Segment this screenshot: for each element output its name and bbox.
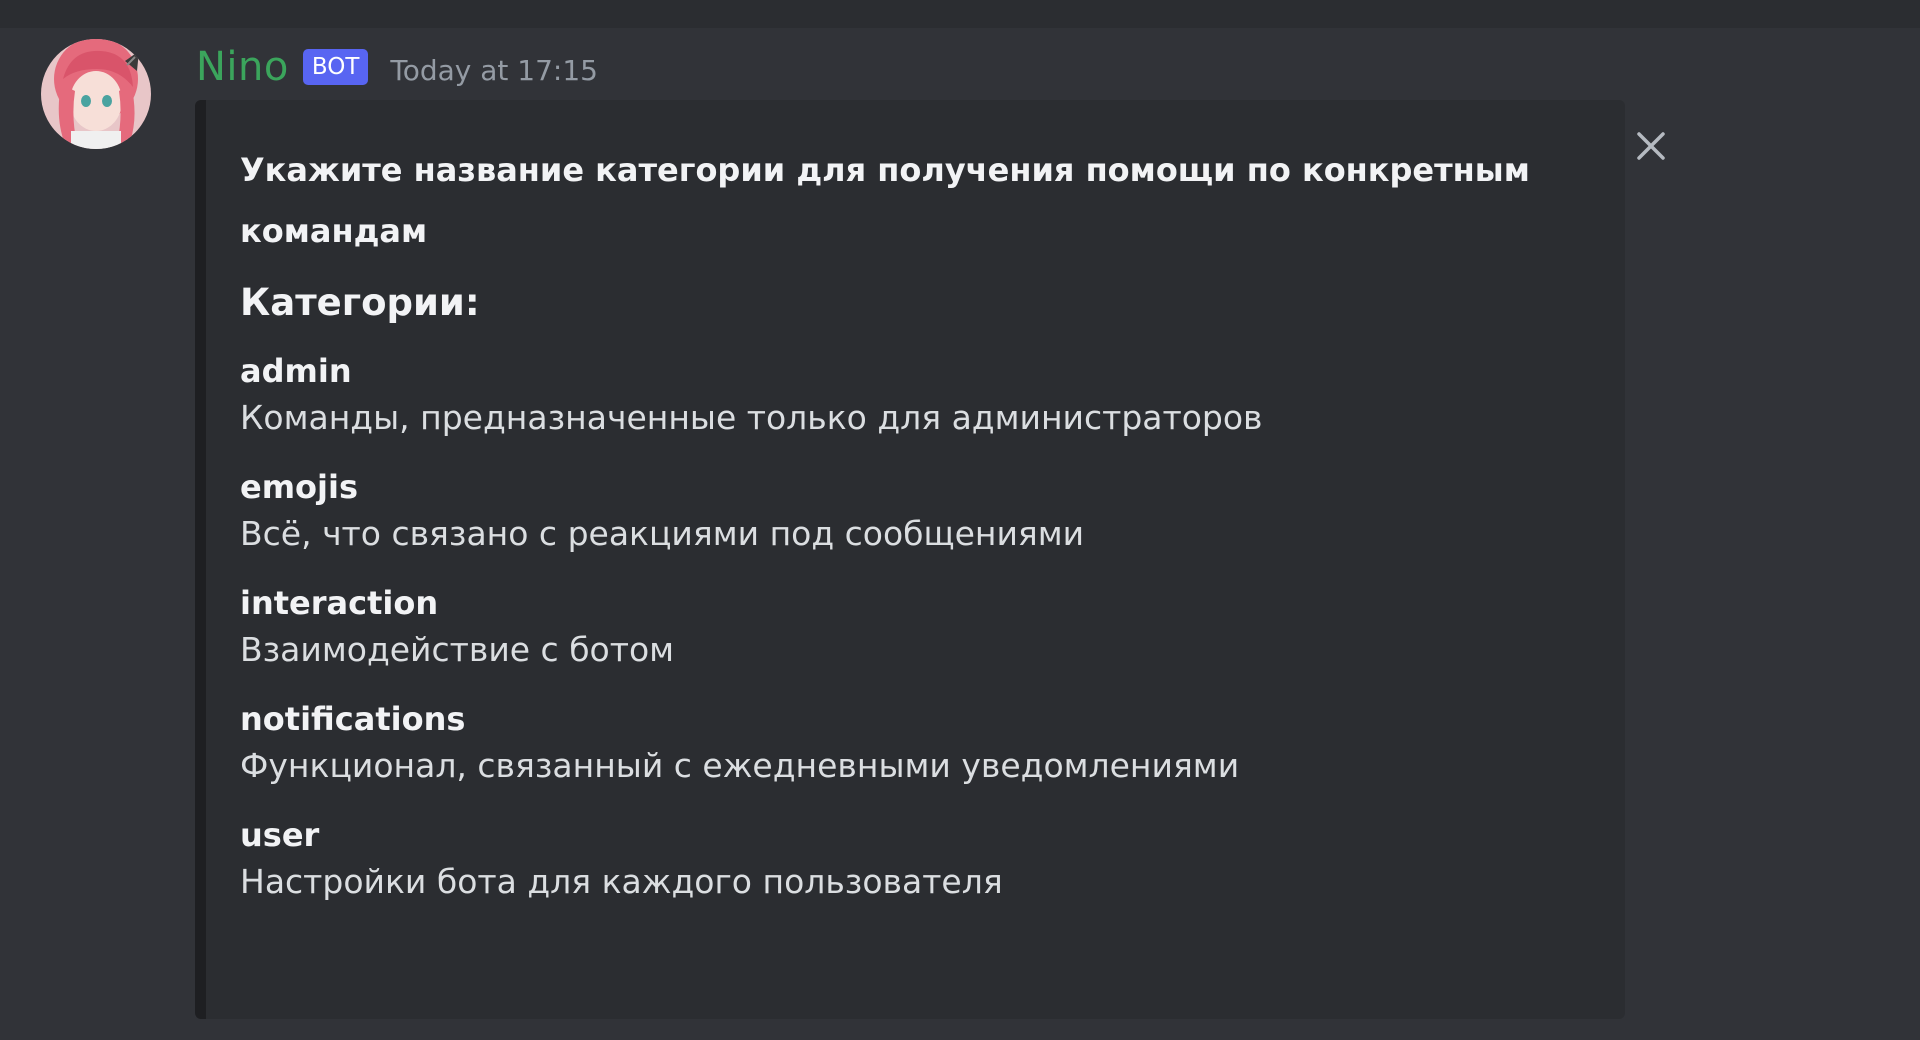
category-item: notifications Функционал, связанный с еж… xyxy=(240,698,1540,792)
embed-content: Укажите название категории для получения… xyxy=(240,140,1540,908)
categories-heading: Категории: xyxy=(240,281,480,324)
category-name: notifications xyxy=(240,700,466,738)
bot-tag: BOT xyxy=(302,49,369,85)
close-icon xyxy=(1637,132,1665,160)
category-name: admin xyxy=(240,352,352,390)
category-item: user Настройки бота для каждого пользова… xyxy=(240,814,1540,908)
category-description: Всё, что связано с реакциями под сообщен… xyxy=(240,514,1085,553)
category-name: emojis xyxy=(240,468,359,506)
embed: Укажите название категории для получения… xyxy=(195,100,1625,1019)
timestamp[interactable]: Today at 17:15 xyxy=(390,54,598,87)
avatar[interactable] xyxy=(41,39,151,149)
top-strip xyxy=(0,0,1920,28)
category-name: interaction xyxy=(240,584,439,622)
message-header: Nino BOT Today at 17:15 xyxy=(196,42,598,92)
author-name[interactable]: Nino xyxy=(196,44,289,90)
category-description: Настройки бота для каждого пользователя xyxy=(240,862,1003,901)
category-description: Команды, предназначенные только для адми… xyxy=(240,398,1263,437)
embed-description: Укажите название категории для получения… xyxy=(240,151,1530,250)
category-description: Взаимодействие с ботом xyxy=(240,630,675,669)
category-item: interaction Взаимодействие с ботом xyxy=(240,582,1540,676)
category-item: emojis Всё, что связано с реакциями под … xyxy=(240,466,1540,560)
close-button[interactable] xyxy=(1630,125,1672,167)
category-name: user xyxy=(240,816,320,854)
category-description: Функционал, связанный с ежедневными увед… xyxy=(240,746,1240,785)
category-item: admin Команды, предназначенные только дл… xyxy=(240,350,1540,444)
